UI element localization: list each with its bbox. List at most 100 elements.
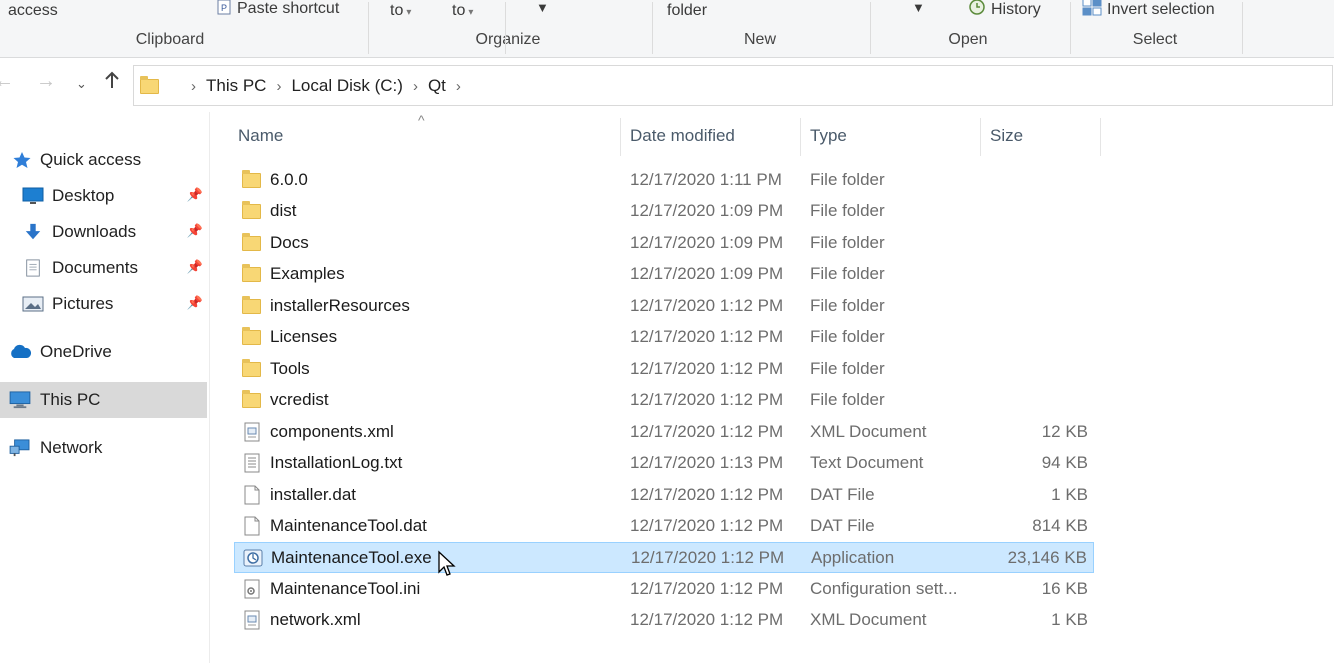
folder-icon	[242, 232, 262, 253]
file-type: File folder	[810, 390, 885, 410]
chevron-right-icon[interactable]: ›	[408, 78, 423, 95]
folder-icon	[242, 264, 262, 284]
file-row[interactable]: MaintenanceTool.dat 12/17/2020 1:12 PM DAT…	[234, 511, 1094, 542]
file-type: XML Document	[810, 421, 927, 441]
sidebar-item-label: This PC	[40, 390, 101, 409]
file-name: MaintenanceTool.exe	[271, 548, 432, 568]
file-date-modified: 12/17/2020 1:12 PM	[630, 610, 784, 630]
folder-icon	[242, 170, 262, 190]
file-date-modified: 12/17/2020 1:12 PM	[630, 390, 784, 410]
file-date-modified: 12/17/2020 1:12 PM	[630, 578, 784, 598]
file-date-modified: 12/17/2020 1:13 PM	[630, 453, 784, 473]
file-row[interactable]: vcredist 12/17/2020 1:12 PM File folder	[234, 385, 1094, 416]
file-date-modified: 12/17/2020 1:09 PM	[630, 232, 784, 252]
xml-file-icon	[242, 610, 262, 630]
file-type: Application	[811, 548, 895, 568]
delete-dropdown-arrow[interactable]: ▼	[536, 0, 549, 15]
copy-to-button[interactable]: to ▾	[452, 2, 473, 20]
ribbon: access P Paste shortcut Clipboard to ▾ to ▾…	[0, 0, 1334, 58]
invert-selection-button[interactable]: Invert selection	[1082, 0, 1215, 19]
back-button[interactable]: ←	[0, 70, 14, 93]
select-group-label: Select	[1132, 31, 1178, 48]
file-name: components.xml	[270, 421, 394, 441]
file-row[interactable]: Docs 12/17/2020 1:09 PM File folder	[234, 228, 1094, 259]
file-size: 1 KB	[1051, 484, 1088, 504]
file-row[interactable]: Examples 12/17/2020 1:09 PM File folder	[234, 259, 1094, 290]
file-row[interactable]: Licenses 12/17/2020 1:12 PM File folder	[234, 322, 1094, 353]
pin-to-quick-access-button[interactable]: access	[8, 2, 58, 20]
move-to-button[interactable]: to ▾	[390, 2, 411, 20]
up-button[interactable]	[102, 70, 122, 96]
move-to-label: to	[390, 2, 404, 19]
sidebar-item-desktop[interactable]: Desktop 📌	[0, 178, 207, 214]
column-divider[interactable]	[800, 118, 801, 156]
organize-group-label: Organize	[475, 31, 541, 48]
breadcrumb-local-disk[interactable]: Local Disk (C:)	[286, 76, 407, 96]
sidebar-item-pictures[interactable]: Pictures 📌	[0, 286, 207, 322]
column-header-name[interactable]: Name	[238, 126, 283, 146]
pin-icon[interactable]: 📌	[187, 295, 203, 311]
sidebar-item-label: Documents	[52, 258, 138, 277]
breadcrumb-this-pc[interactable]: This PC	[201, 76, 271, 96]
new-folder-button[interactable]: folder	[667, 2, 707, 20]
file-row[interactable]: Tools 12/17/2020 1:12 PM File folder	[234, 354, 1094, 385]
breadcrumb-qt[interactable]: Qt	[423, 76, 451, 96]
file-type: File folder	[810, 201, 885, 221]
pin-icon[interactable]: 📌	[187, 259, 203, 275]
sidebar-item-documents[interactable]: Documents 📌	[0, 250, 207, 286]
file-date-modified: 12/17/2020 1:09 PM	[630, 201, 784, 221]
file-name: installer.dat	[270, 484, 356, 504]
chevron-right-icon: ›	[191, 77, 196, 95]
sidebar-item-network[interactable]: Network	[0, 430, 207, 466]
recent-locations-dropdown[interactable]: ⌄	[76, 76, 87, 92]
file-row[interactable]: components.xml 12/17/2020 1:12 PM XML Docu…	[234, 417, 1094, 448]
file-type: File folder	[810, 264, 885, 284]
invert-selection-label: Invert selection	[1107, 1, 1215, 18]
file-row[interactable]: InstallationLog.txt 12/17/2020 1:13 PM Tex…	[234, 448, 1094, 479]
sidebar-item-quick-access[interactable]: Quick access	[0, 142, 207, 178]
history-button[interactable]: History	[968, 0, 1041, 19]
sidebar-item-label: Quick access	[40, 150, 142, 169]
file-name: MaintenanceTool.dat	[270, 515, 427, 535]
file-name: vcredist	[270, 390, 329, 410]
file-row[interactable]: installerResources 12/17/2020 1:12 PM File…	[234, 291, 1094, 322]
sidebar-item-downloads[interactable]: Downloads 📌	[0, 214, 207, 250]
column-header-size[interactable]: Size	[990, 126, 1023, 146]
file-size: 814 KB	[1032, 515, 1088, 535]
history-icon	[969, 0, 985, 15]
file-row[interactable]: network.xml 12/17/2020 1:12 PM XML Documen…	[234, 605, 1094, 636]
file-row[interactable]: MaintenanceTool.exe 12/17/2020 1:12 PM App…	[234, 542, 1094, 574]
pin-icon[interactable]: 📌	[187, 223, 203, 239]
paste-shortcut-button[interactable]: P Paste shortcut	[216, 0, 339, 18]
file-row[interactable]: installer.dat 12/17/2020 1:12 PM DAT File 1…	[234, 480, 1094, 511]
forward-button[interactable]: →	[36, 70, 56, 93]
history-label: History	[991, 1, 1041, 18]
column-header-type[interactable]: Type	[810, 126, 847, 146]
column-divider[interactable]	[620, 118, 621, 156]
xml-file-icon	[242, 422, 262, 442]
ribbon-divider	[1242, 2, 1243, 54]
sidebar-item-label: Network	[40, 438, 103, 457]
file-date-modified: 12/17/2020 1:11 PM	[630, 170, 782, 189]
navigation-bar: ← → ⌄ › This PC › Local Disk (C:) › Qt ›	[0, 58, 1334, 112]
column-header-date-modified[interactable]: Date modified	[630, 126, 735, 146]
file-row[interactable]: MaintenanceTool.ini 12/17/2020 1:12 PM Con…	[234, 574, 1094, 605]
file-type: File folder	[810, 358, 885, 378]
sidebar-item-label: Pictures	[52, 294, 114, 313]
open-dropdown-arrow[interactable]: ▼	[912, 0, 925, 15]
file-row[interactable]: dist 12/17/2020 1:09 PM File folder	[234, 196, 1094, 227]
file-row[interactable]: 6.0.0 12/17/2020 1:11 PM File folder	[234, 165, 1094, 196]
file-date-modified: 12/17/2020 1:12 PM	[630, 421, 784, 441]
folder-icon	[242, 358, 262, 379]
sidebar-item-this-pc[interactable]: This PC	[0, 382, 207, 418]
pin-icon[interactable]: 📌	[187, 187, 203, 203]
sidebar-item-onedrive[interactable]: OneDrive	[0, 334, 207, 370]
column-divider[interactable]	[980, 118, 981, 156]
file-name: network.xml	[270, 610, 361, 630]
arrow-up-icon	[105, 71, 119, 88]
chevron-right-icon[interactable]: ›	[451, 78, 466, 95]
open-group-label: Open	[948, 31, 988, 48]
address-bar[interactable]: › This PC › Local Disk (C:) › Qt ›	[133, 65, 1333, 106]
column-divider[interactable]	[1100, 118, 1101, 156]
chevron-right-icon[interactable]: ›	[271, 78, 286, 95]
